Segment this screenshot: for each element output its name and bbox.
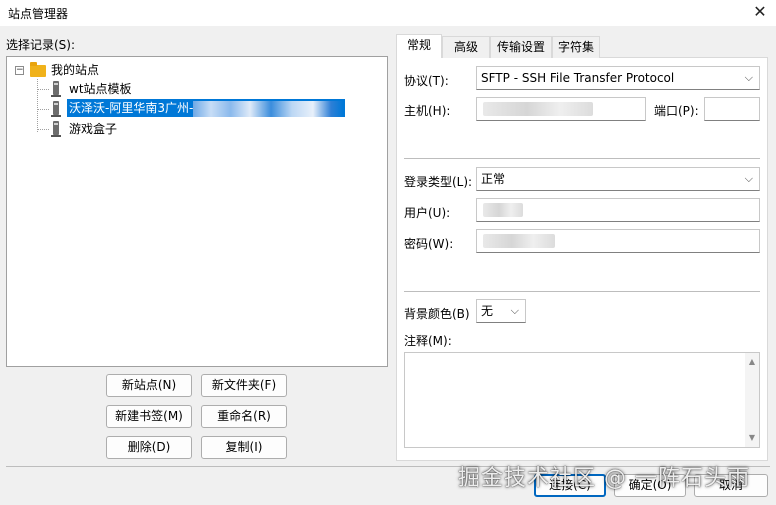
password-input[interactable] (476, 229, 760, 253)
tree-connector (37, 89, 49, 90)
chevron-down-icon: ⌵ (744, 172, 753, 185)
tree-connector (37, 129, 49, 130)
tree-connector (37, 79, 38, 132)
tab-charset[interactable]: 字符集 (552, 36, 600, 58)
copy-button[interactable]: 复制(I) (201, 436, 287, 459)
comments-label: 注释(M): (404, 334, 452, 348)
tab-advanced[interactable]: 高级 (442, 36, 490, 58)
server-icon (51, 101, 61, 117)
server-icon (51, 121, 61, 137)
bg-color-label: 背景颜色(B) (404, 307, 470, 321)
logon-type-value: 正常 (481, 172, 506, 186)
tree-label: 选择记录(S): (6, 38, 76, 52)
tree-root-my-sites[interactable]: 我的站点 (51, 61, 99, 79)
folder-icon (30, 62, 46, 77)
user-label: 用户(U): (404, 206, 451, 220)
tree-connector (37, 109, 49, 110)
protocol-select[interactable]: SFTP - SSH File Transfer Protocol ⌵ (476, 66, 760, 90)
watermark: 掘金技术社区 @ 一阵石头雨 (458, 466, 750, 491)
redacted-host (483, 102, 593, 116)
tree-item-selected-label: 沃泽沃-阿里华南3广州- (69, 101, 194, 115)
tab-transfer-settings[interactable]: 传输设置 (490, 36, 552, 58)
bg-color-select[interactable]: 无 ⌵ (476, 299, 526, 323)
tree-item-selected[interactable]: 沃泽沃-阿里华南3广州- (67, 99, 346, 117)
bg-color-value: 无 (481, 304, 494, 318)
server-icon (51, 81, 61, 97)
redacted-text (193, 100, 344, 117)
scroll-down-icon[interactable]: ▼ (745, 431, 759, 445)
collapse-icon[interactable]: − (15, 66, 24, 75)
delete-button[interactable]: 删除(D) (106, 436, 192, 459)
new-site-button[interactable]: 新站点(N) (106, 374, 192, 397)
tree-item-wt-template[interactable]: wt站点模板 (69, 80, 132, 98)
separator (404, 158, 760, 159)
chevron-down-icon: ⌵ (744, 71, 753, 84)
port-input[interactable] (704, 97, 760, 121)
scroll-up-icon[interactable]: ▲ (745, 355, 759, 369)
tree-item-game-box[interactable]: 游戏盒子 (69, 120, 117, 138)
protocol-value: SFTP - SSH File Transfer Protocol (481, 71, 675, 85)
site-tree[interactable]: − 我的站点 wt站点模板 沃泽沃-阿里华南3广州- 游戏盒子 (6, 56, 388, 367)
chevron-down-icon: ⌵ (510, 304, 519, 317)
password-label: 密码(W): (404, 237, 454, 251)
protocol-label: 协议(T): (404, 74, 449, 88)
title-bar (0, 0, 776, 26)
user-input[interactable] (476, 198, 760, 222)
scrollbar[interactable]: ▲ ▼ (745, 353, 759, 447)
window-title: 站点管理器 (8, 7, 69, 21)
comments-textarea[interactable]: ▲ ▼ (404, 352, 760, 448)
host-input[interactable] (476, 97, 646, 121)
logon-type-label: 登录类型(L): (404, 175, 473, 189)
rename-button[interactable]: 重命名(R) (201, 405, 287, 428)
new-folder-button[interactable]: 新文件夹(F) (201, 374, 287, 397)
separator (404, 291, 760, 292)
tab-general[interactable]: 常规 (396, 34, 442, 58)
redacted-user (483, 203, 523, 217)
host-label: 主机(H): (404, 104, 451, 118)
new-bookmark-button[interactable]: 新建书签(M) (106, 405, 192, 428)
redacted-password (483, 234, 555, 248)
close-icon[interactable]: ✕ (748, 1, 772, 23)
port-label: 端口(P): (654, 104, 699, 118)
logon-type-select[interactable]: 正常 ⌵ (476, 167, 760, 191)
